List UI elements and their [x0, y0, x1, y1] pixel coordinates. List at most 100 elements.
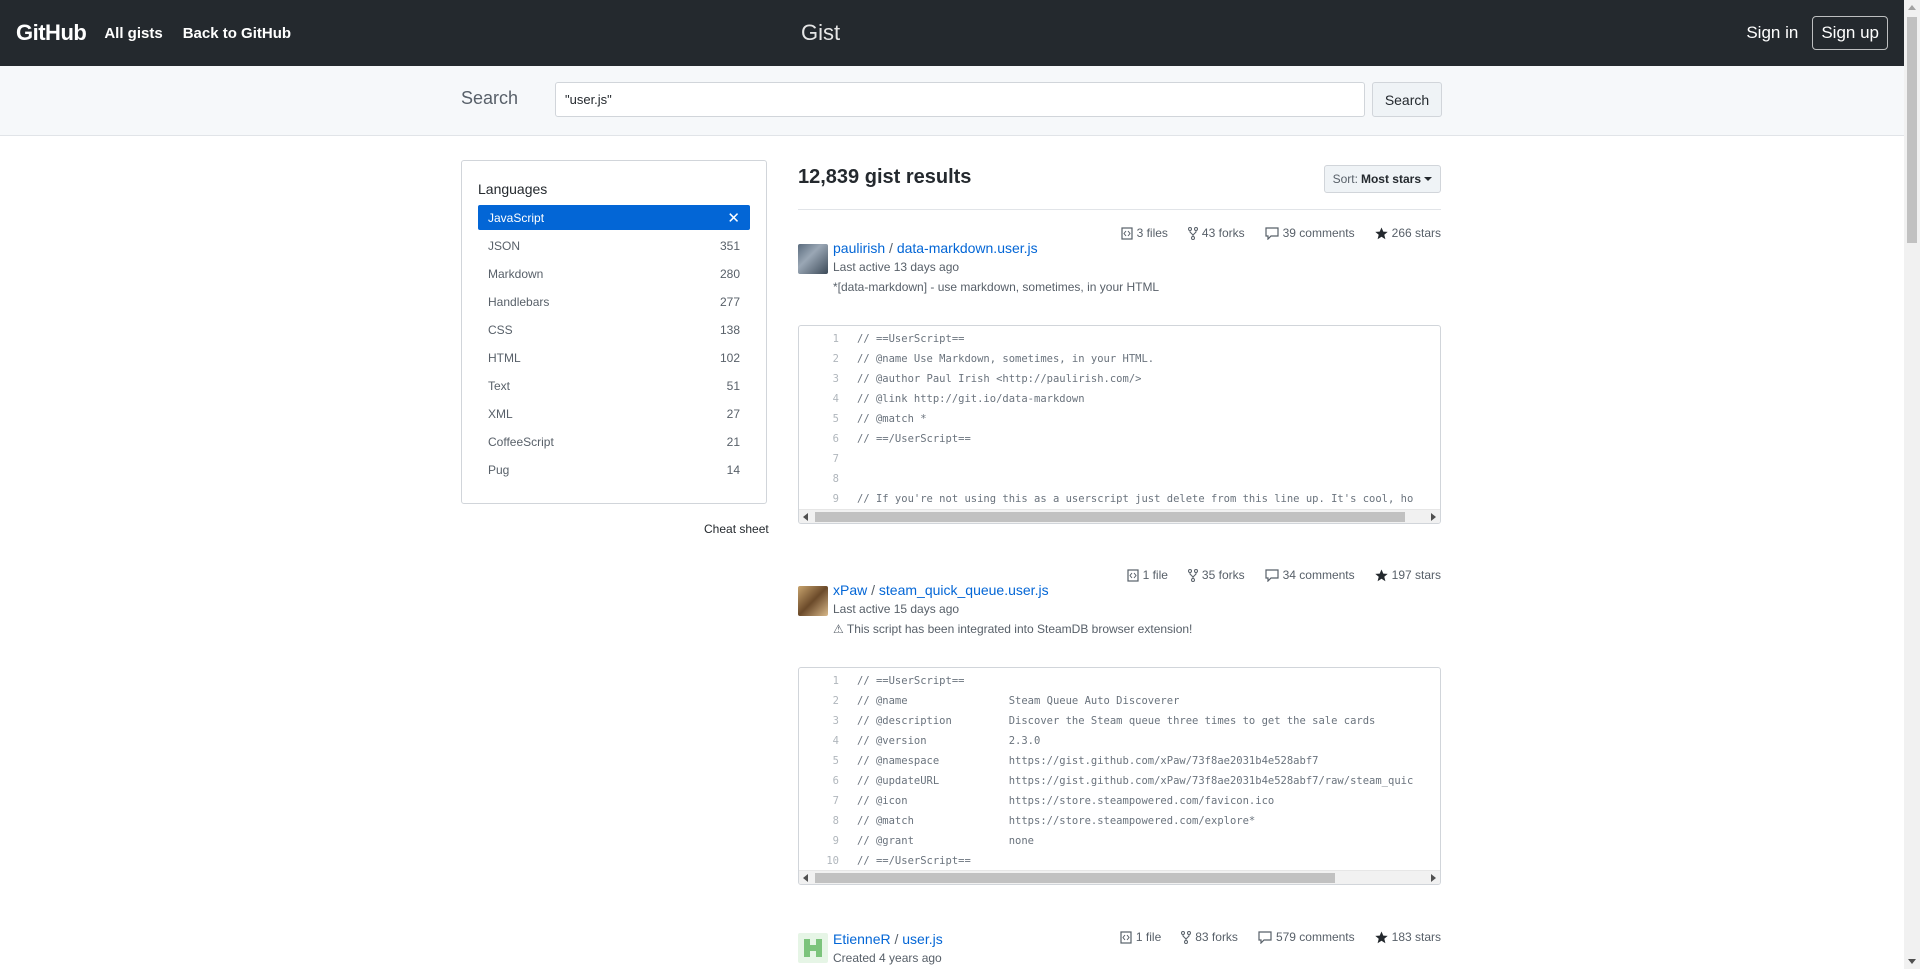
- languages-filter: Languages JavaScript ✕ JSON 351 Markdown 28…: [461, 160, 767, 504]
- code-line: 6 // @updateURL https://gist.github.com/x…: [799, 771, 1440, 791]
- stars-count: 183 stars: [1391, 930, 1441, 944]
- language-item-selected[interactable]: JavaScript ✕: [478, 205, 750, 230]
- language-item-css[interactable]: CSS 138: [478, 317, 750, 342]
- code-preview[interactable]: 1 // ==UserScript== 2 // @name Steam Queue …: [798, 667, 1441, 885]
- line-content: // @author Paul Irish <http://paulirish.…: [857, 373, 1142, 385]
- search-bar: Search Search: [0, 66, 1904, 136]
- language-item-json[interactable]: JSON 351: [478, 233, 750, 258]
- scroll-right-icon[interactable]: [1431, 874, 1436, 882]
- nav-back-to-github[interactable]: Back to GitHub: [183, 25, 291, 42]
- github-gist-logo[interactable]: GitHub Gist: [16, 20, 840, 46]
- horizontal-scrollbar[interactable]: [799, 509, 1440, 523]
- separator: /: [871, 582, 879, 598]
- gist-title: EtienneR / user.js: [833, 931, 943, 947]
- gist-description: ⚠ This script has been integrated into S…: [833, 622, 1193, 636]
- files-link[interactable]: 1 file: [1120, 930, 1161, 944]
- line-content: // @match *: [857, 413, 927, 425]
- search-input[interactable]: [555, 82, 1365, 117]
- search-label: Search: [461, 88, 519, 108]
- files-link[interactable]: 1 file: [1126, 568, 1168, 582]
- code-line: 9 // @grant none: [799, 831, 1440, 851]
- comment-icon: [1265, 226, 1279, 240]
- comments-link[interactable]: 34 comments: [1265, 568, 1355, 582]
- code-line: 7: [799, 449, 1440, 469]
- horizontal-scrollbar[interactable]: [799, 870, 1440, 884]
- logo-github-text: GitHub: [16, 20, 87, 45]
- file-link[interactable]: user.js: [902, 931, 942, 947]
- forks-link[interactable]: 35 forks: [1187, 568, 1245, 582]
- code-line: 4 // @version 2.3.0: [799, 731, 1440, 751]
- language-name: JSON: [488, 238, 521, 253]
- language-name: CoffeeScript: [488, 434, 554, 449]
- code-preview[interactable]: 1 // ==UserScript== 2 // @name Use Markdown…: [798, 325, 1441, 524]
- language-item-text[interactable]: Text 51: [478, 373, 750, 398]
- language-item-html[interactable]: HTML 102: [478, 345, 750, 370]
- page-scrollbar-thumb[interactable]: [1907, 17, 1917, 243]
- scroll-right-icon[interactable]: [1431, 513, 1436, 521]
- line-number: 2: [832, 695, 839, 707]
- language-count: 51: [726, 378, 740, 393]
- stars-link[interactable]: 266 stars: [1374, 226, 1441, 240]
- line-number: 9: [832, 835, 839, 847]
- gist-item: 1 file 35 forks 34 comments 197 stars xP…: [798, 568, 1441, 886]
- page-scrollbar[interactable]: [1904, 0, 1920, 969]
- line-number: 7: [832, 453, 839, 465]
- forks-link[interactable]: 43 forks: [1187, 226, 1245, 240]
- search-button[interactable]: Search: [1372, 82, 1442, 117]
- comment-icon: [1265, 568, 1279, 582]
- language-count: 277: [719, 294, 740, 309]
- forks-count: 35 forks: [1201, 568, 1245, 582]
- line-content: // @match https://store.steampowered.com…: [857, 815, 1256, 827]
- code-line: 3 // @author Paul Irish <http://paulirish…: [799, 369, 1440, 389]
- avatar[interactable]: [798, 933, 828, 963]
- comments-link[interactable]: 39 comments: [1265, 226, 1355, 240]
- close-icon[interactable]: ✕: [727, 209, 740, 227]
- scrollbar-thumb[interactable]: [815, 512, 1405, 522]
- line-content: // @icon https://store.steampowered.com/…: [857, 795, 1275, 807]
- scroll-down-icon[interactable]: [1908, 959, 1916, 964]
- line-number: 3: [832, 715, 839, 727]
- last-active: Last active 13 days ago: [833, 260, 960, 274]
- line-number: 1: [832, 675, 839, 687]
- fork-icon: [1187, 568, 1198, 582]
- line-number: 2: [832, 353, 839, 365]
- language-name: XML: [488, 406, 513, 421]
- line-number: 3: [832, 373, 839, 385]
- line-content: // @grant none: [857, 835, 1035, 847]
- file-link[interactable]: steam_quick_queue.user.js: [879, 582, 1049, 598]
- comments-link[interactable]: 579 comments: [1258, 930, 1355, 944]
- line-number: 7: [832, 795, 839, 807]
- code-line: 5 // @namespace https://gist.github.com/x…: [799, 751, 1440, 771]
- language-item-handlebars[interactable]: Handlebars 277: [478, 289, 750, 314]
- forks-link[interactable]: 83 forks: [1181, 930, 1238, 944]
- avatar[interactable]: [798, 586, 828, 616]
- avatar[interactable]: [798, 244, 828, 274]
- owner-link[interactable]: xPaw: [833, 582, 867, 598]
- scroll-left-icon[interactable]: [803, 513, 808, 521]
- gist-meta: 1 file 35 forks 34 comments 197 stars: [1107, 568, 1441, 582]
- language-item-xml[interactable]: XML 27: [478, 401, 750, 426]
- stars-count: 197 stars: [1391, 568, 1441, 582]
- language-item-markdown[interactable]: Markdown 280: [478, 261, 750, 286]
- stars-link[interactable]: 197 stars: [1374, 568, 1441, 582]
- files-link[interactable]: 3 files: [1120, 226, 1168, 240]
- cheat-sheet-link[interactable]: Cheat sheet: [704, 522, 769, 536]
- forks-count: 43 forks: [1201, 226, 1245, 240]
- comments-count: 579 comments: [1275, 930, 1355, 944]
- logo-gist-text: Gist: [801, 20, 841, 45]
- sign-up-button[interactable]: Sign up: [1812, 16, 1888, 50]
- scrollbar-thumb[interactable]: [815, 873, 1335, 883]
- language-item-pug[interactable]: Pug 14: [478, 457, 750, 482]
- language-item-coffeescript[interactable]: CoffeeScript 21: [478, 429, 750, 454]
- code-line: 5 // @match *: [799, 409, 1440, 429]
- owner-link[interactable]: EtienneR: [833, 931, 891, 947]
- line-content: // @updateURL https://gist.github.com/xP…: [857, 775, 1414, 787]
- sign-in-link[interactable]: Sign in: [1746, 23, 1798, 43]
- file-link[interactable]: data-markdown.user.js: [897, 240, 1038, 256]
- stars-link[interactable]: 183 stars: [1374, 930, 1441, 944]
- scroll-up-icon[interactable]: [1908, 5, 1916, 10]
- nav-all-gists[interactable]: All gists: [104, 25, 162, 42]
- owner-link[interactable]: paulirish: [833, 240, 885, 256]
- scroll-left-icon[interactable]: [803, 874, 808, 882]
- sort-dropdown[interactable]: Sort: Most stars: [1323, 165, 1441, 193]
